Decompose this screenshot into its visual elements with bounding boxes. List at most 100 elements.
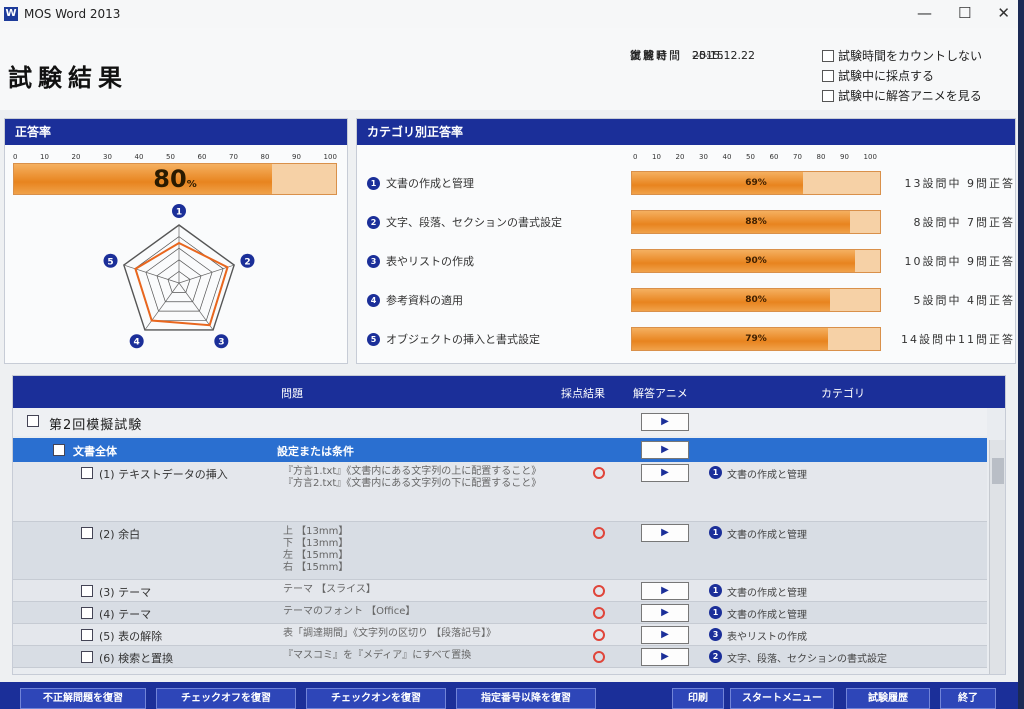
option-grade-during[interactable]: 試験中に採点する: [822, 66, 982, 86]
group-checkbox[interactable]: [53, 444, 65, 456]
row-checkbox[interactable]: [81, 651, 93, 663]
category-panel-title: カテゴリ別正答率: [357, 119, 1015, 145]
group-name: 文書全体: [73, 445, 117, 458]
radar-label: 4: [134, 338, 140, 348]
row-category: 表やリストの作成: [727, 632, 807, 643]
option-no-count[interactable]: 試験時間をカウントしない: [822, 46, 982, 66]
scale-tick: 50: [166, 153, 175, 161]
category-row: 3 表やリストの作成 90% 10設問中 9問正答: [367, 249, 1013, 273]
page-title: 試験結果: [8, 64, 128, 92]
category-rate: 90%: [745, 256, 767, 266]
row-play-button[interactable]: ▶: [641, 582, 689, 600]
start-menu-button[interactable]: スタートメニュー: [730, 688, 834, 709]
checkbox[interactable]: [822, 50, 834, 62]
category-number-badge: 3: [367, 254, 380, 268]
category-number-badge: 5: [367, 332, 380, 346]
row-question-name: (4) テーマ: [99, 608, 152, 621]
category-count: 13設問中 9問正答: [904, 177, 1015, 190]
row-play-button[interactable]: ▶: [641, 464, 689, 482]
close-icon[interactable]: ✕: [997, 4, 1010, 22]
table-row[interactable]: (3) テーマ テーマ 【スライス】 ▶ 1 文書の作成と管理: [13, 580, 987, 602]
table-header: 問題 採点結果 解答アニメ カテゴリ: [13, 376, 1005, 408]
exit-button[interactable]: 終了: [940, 688, 996, 709]
scale-tick: 70: [229, 153, 238, 161]
scale-tick: 80: [816, 153, 826, 161]
option-label: 試験中に解答アニメを見る: [838, 89, 982, 103]
category-scale: 0 10 20 30 40 50 60 70 80 90 100: [633, 153, 877, 161]
bottom-toolbar: 不正解問題を復習 チェックオフを復習 チェックオンを復習 指定番号以降を復習 印…: [0, 682, 1018, 709]
minimize-icon[interactable]: —: [917, 4, 932, 22]
category-rate: 69%: [745, 178, 767, 188]
score-bar: 80%: [13, 163, 337, 195]
result-correct-icon: [593, 585, 605, 597]
row-category: 文書の作成と管理: [727, 470, 807, 481]
row-category-badge: 1: [709, 584, 722, 597]
info-review-value: --:--: [692, 49, 712, 62]
category-name-wrap: 5 オブジェクトの挿入と書式設定: [367, 331, 540, 347]
option-anime-during[interactable]: 試験中に解答アニメを見る: [822, 86, 982, 106]
table-row[interactable]: (2) 余白 上 【13mm】 下 【13mm】 左 【15mm】 右 【15mm…: [13, 522, 987, 580]
table-row[interactable]: (6) 検索と置換 『マスコミ』を『メディア』にすべて置換 ▶ 2 文字、段落、セクショ…: [13, 646, 987, 668]
scale-tick: 80: [260, 153, 270, 161]
score-scale: 0 10 20 30 40 50 60 70 80 90 100: [13, 153, 337, 161]
exam-row[interactable]: 第2回模擬試験 ▶: [13, 408, 987, 436]
scale-tick: 30: [103, 153, 112, 161]
row-play-button[interactable]: ▶: [641, 626, 689, 644]
result-correct-icon: [593, 651, 605, 663]
app-icon: W: [4, 7, 18, 21]
category-count: 14設問中11問正答: [901, 333, 1015, 346]
exam-play-button[interactable]: ▶: [641, 413, 689, 431]
print-button[interactable]: 印刷: [672, 688, 724, 709]
category-number-badge: 2: [367, 215, 380, 229]
category-bar: 79%: [631, 327, 881, 351]
score-panel: 正答率 0 10 20 30 40 50 60 70 80 90 100 80% 1 2 3 4 5: [4, 118, 348, 364]
table-row[interactable]: (5) 表の解除 表「調達期間」《文字列の区切り 【段落記号】》 ▶ 3 表やリストの作…: [13, 624, 987, 646]
review-check-on-button[interactable]: チェックオンを復習: [306, 688, 446, 709]
row-checkbox[interactable]: [81, 467, 93, 479]
category-bar: 80%: [631, 288, 881, 312]
table-row[interactable]: (1) テキストデータの挿入 『方言1.txt』《文書内にある文字列の上に配置する…: [13, 462, 987, 522]
scale-tick: 10: [652, 153, 661, 161]
category-bar: 69%: [631, 171, 881, 195]
category-name-wrap: 3 表やリストの作成: [367, 253, 474, 269]
category-rate: 79%: [745, 334, 767, 344]
category-panel: カテゴリ別正答率 0 10 20 30 40 50 60 70 80 90 100 1 文書の作成と管…: [356, 118, 1016, 364]
scroll-thumb[interactable]: [992, 458, 1004, 484]
checkbox[interactable]: [822, 90, 834, 102]
table-row[interactable]: (4) テーマ テーマのフォント 【Office】 ▶ 1 文書の作成と管理: [13, 602, 987, 624]
result-correct-icon: [593, 527, 605, 539]
row-category: 文書の作成と管理: [727, 610, 807, 621]
category-number-badge: 1: [367, 176, 380, 190]
review-from-number-button[interactable]: 指定番号以降を復習: [456, 688, 596, 709]
row-checkbox[interactable]: [81, 585, 93, 597]
result-correct-icon: [593, 467, 605, 479]
category-count: 8設問中 7問正答: [913, 216, 1015, 229]
group-row[interactable]: 文書全体 設定または条件 ▶: [13, 438, 987, 462]
row-play-button[interactable]: ▶: [641, 604, 689, 622]
header-result: 採点結果: [561, 387, 605, 400]
exam-checkbox[interactable]: [27, 415, 39, 427]
header-question: 問題: [281, 387, 303, 400]
row-play-button[interactable]: ▶: [641, 648, 689, 666]
category-count: 5設問中 4問正答: [913, 294, 1015, 307]
row-checkbox[interactable]: [81, 527, 93, 539]
table-scrollbar[interactable]: [989, 440, 1005, 674]
checkbox[interactable]: [822, 70, 834, 82]
category-row: 5 オブジェクトの挿入と書式設定 79% 14設問中11問正答: [367, 327, 1013, 351]
exam-title: 第2回模擬試験: [49, 418, 143, 433]
scale-tick: 20: [71, 153, 81, 161]
scale-tick: 60: [197, 153, 207, 161]
row-checkbox[interactable]: [81, 629, 93, 641]
review-incorrect-button[interactable]: 不正解問題を復習: [20, 688, 146, 709]
exam-history-button[interactable]: 試験履歴: [846, 688, 930, 709]
row-play-button[interactable]: ▶: [641, 524, 689, 542]
review-check-off-button[interactable]: チェックオフを復習: [156, 688, 296, 709]
group-play-button[interactable]: ▶: [641, 441, 689, 459]
result-correct-icon: [593, 607, 605, 619]
maximize-icon[interactable]: ☐: [958, 4, 971, 22]
row-checkbox[interactable]: [81, 607, 93, 619]
row-category-badge: 1: [709, 466, 722, 479]
category-number-badge: 4: [367, 293, 380, 307]
radar-chart: 1 2 3 4 5: [103, 204, 255, 349]
row-category-badge: 2: [709, 650, 722, 663]
